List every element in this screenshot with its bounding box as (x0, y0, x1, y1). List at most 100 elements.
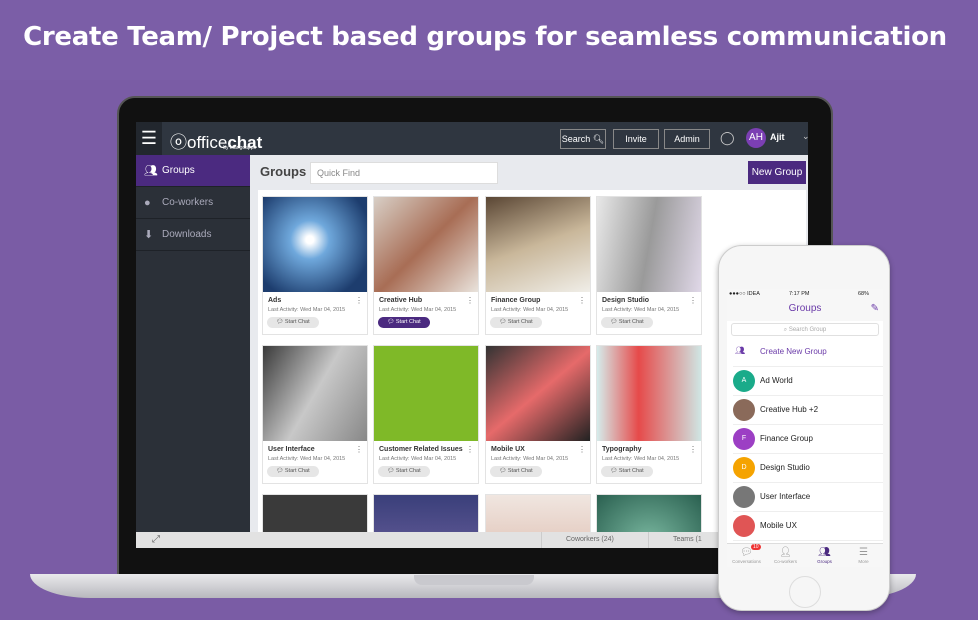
group-list-item[interactable]: D Design Studio (733, 454, 883, 483)
start-chat-button[interactable]: 💬︎ Start Chat (490, 466, 542, 477)
group-image (597, 346, 701, 441)
more-options-icon[interactable]: ⋮ (689, 445, 697, 454)
compose-icon[interactable]: ✎ (871, 299, 879, 319)
group-card[interactable]: Design Studio Last Activity: Wed Mar 04, … (596, 196, 702, 335)
more-options-icon[interactable]: ⋮ (355, 296, 363, 305)
group-name: Creative Hub (379, 297, 423, 304)
start-chat-button[interactable]: 💬︎ Start Chat (378, 317, 430, 328)
group-name: Finance Group (760, 434, 813, 443)
group-list-item[interactable]: A Ad World (733, 367, 883, 396)
group-image (263, 197, 367, 292)
invite-button[interactable]: Invite (613, 129, 659, 149)
group-image (374, 346, 478, 441)
quick-find-input[interactable]: Quick Find (310, 162, 498, 184)
search-icon: 🔍︎ (592, 134, 605, 144)
tab-conversations[interactable]: 💬︎ Conversations 10 (727, 544, 766, 567)
sidebar-item-label: Groups (162, 165, 195, 176)
time: 7:17 PM (789, 291, 810, 297)
last-activity: Last Activity: Wed Mar 04, 2015 (379, 307, 457, 313)
page-title: Groups (260, 164, 307, 179)
group-list-item[interactable]: User Interface (733, 483, 883, 512)
battery: 68% (857, 291, 869, 297)
group-list-item[interactable]: Creative Hub +2 (733, 396, 883, 425)
sidebar: 👥︎ Groups ● Co-workers ⬇ Downloads (136, 155, 250, 548)
more-options-icon[interactable]: ⋮ (578, 296, 586, 305)
group-card[interactable]: User Interface Last Activity: Wed Mar 04,… (262, 345, 368, 484)
menu-icon[interactable]: ☰ (136, 122, 162, 155)
group-card[interactable]: Finance Group Last Activity: Wed Mar 04, … (485, 196, 591, 335)
group-card[interactable]: Typography Last Activity: Wed Mar 04, 201… (596, 345, 702, 484)
new-group-button[interactable]: New Group (748, 161, 806, 184)
avatar[interactable]: AH (746, 128, 766, 148)
chevron-down-icon[interactable]: ⌄ (802, 131, 808, 142)
group-avatar: F (733, 428, 755, 450)
start-chat-button[interactable]: 💬︎ Start Chat (267, 317, 319, 328)
search-group-input[interactable]: ⌕ Search Group (731, 323, 879, 336)
top-bar: ☰ ⓞofficechat by Mangoapps Search 🔍︎ Invi… (136, 122, 808, 155)
tab-groups[interactable]: 👥︎ Groups (805, 544, 844, 567)
tab-co-workers[interactable]: 👤︎ Co-workers (766, 544, 805, 567)
more-options-icon[interactable]: ⋮ (466, 296, 474, 305)
start-chat-button[interactable]: 💬︎ Start Chat (378, 466, 430, 477)
group-avatar (733, 515, 755, 537)
expand-icon[interactable]: ⤢ (152, 534, 160, 545)
group-card[interactable]: Customer Related Issues Last Activity: We… (373, 345, 479, 484)
group-name: User Interface (760, 492, 811, 501)
teams-tab[interactable]: Teams (1 (648, 532, 702, 548)
sidebar-item-downloads[interactable]: ⬇ Downloads (136, 219, 250, 251)
group-add-icon: 👥︎ (735, 346, 746, 355)
download-icon: ⬇ (144, 229, 154, 241)
start-chat-button[interactable]: 💬︎ Start Chat (601, 317, 653, 328)
last-activity: Last Activity: Wed Mar 04, 2015 (268, 307, 346, 313)
group-card[interactable]: Creative Hub Last Activity: Wed Mar 04, 2… (373, 196, 479, 335)
carrier: ●●●○○ IDEA (729, 291, 760, 297)
phone: ●●●○○ IDEA 7:17 PM 68% Groups ✎ ⌕ Search … (718, 245, 890, 611)
search-button[interactable]: Search 🔍︎ (560, 129, 606, 149)
tab-more[interactable]: ☰ More (844, 544, 883, 567)
footer-bar: ⤢ Coworkers (24) Teams (1 (136, 532, 808, 548)
phone-screen: ●●●○○ IDEA 7:17 PM 68% Groups ✎ ⌕ Search … (727, 289, 883, 567)
unread-badge: 10 (751, 544, 761, 550)
start-chat-button[interactable]: 💬︎ Start Chat (490, 317, 542, 328)
group-list-item[interactable]: Mobile UX (733, 512, 883, 541)
last-activity: Last Activity: Wed Mar 04, 2015 (379, 456, 457, 462)
coworkers-tab[interactable]: Coworkers (24) (541, 532, 614, 548)
more-options-icon[interactable]: ⋮ (355, 445, 363, 454)
group-avatar: D (733, 457, 755, 479)
start-chat-button[interactable]: 💬︎ Start Chat (267, 466, 319, 477)
more-options-icon[interactable]: ⋮ (689, 296, 697, 305)
group-name: Finance Group (491, 297, 541, 304)
group-image (374, 197, 478, 292)
sidebar-item-label: Co-workers (162, 197, 214, 208)
group-name: Customer Related Issues (379, 446, 463, 453)
group-name: Mobile UX (491, 446, 525, 453)
group-list-item[interactable]: F Finance Group (733, 425, 883, 454)
laptop-screen: ☰ ⓞofficechat by Mangoapps Search 🔍︎ Invi… (136, 122, 808, 548)
sidebar-item-groups[interactable]: 👥︎ Groups (136, 155, 250, 187)
headline: Create Team/ Project based groups for se… (23, 22, 947, 52)
group-name: Creative Hub +2 (760, 405, 819, 414)
sidebar-item-label: Downloads (162, 229, 212, 240)
group-card[interactable]: Ads Last Activity: Wed Mar 04, 2015 💬︎ Sta… (262, 196, 368, 335)
last-activity: Last Activity: Wed Mar 04, 2015 (491, 307, 569, 313)
group-name: Design Studio (602, 297, 650, 304)
last-activity: Last Activity: Wed Mar 04, 2015 (602, 456, 680, 462)
phone-title: Groups (788, 303, 822, 314)
group-image (486, 197, 590, 292)
admin-button[interactable]: Admin (664, 129, 710, 149)
sidebar-item-co-workers[interactable]: ● Co-workers (136, 187, 250, 219)
group-name: Design Studio (760, 463, 810, 472)
logo: ⓞofficechat by Mangoapps (170, 133, 263, 152)
person-icon: ● (144, 197, 151, 209)
last-activity: Last Activity: Wed Mar 04, 2015 (602, 307, 680, 313)
group-card[interactable]: Mobile UX Last Activity: Wed Mar 04, 2015… (485, 345, 591, 484)
user-name[interactable]: Ajit (770, 132, 785, 142)
group-name: User Interface (268, 446, 315, 453)
more-options-icon[interactable]: ⋮ (578, 445, 586, 454)
start-chat-button[interactable]: 💬︎ Start Chat (601, 466, 653, 477)
chat-icon[interactable]: ◯ (720, 130, 735, 146)
phone-header: Groups ✎ (727, 299, 883, 321)
home-button[interactable] (789, 576, 821, 608)
create-new-group[interactable]: 👥︎ Create New Group (733, 338, 883, 367)
more-options-icon[interactable]: ⋮ (466, 445, 474, 454)
